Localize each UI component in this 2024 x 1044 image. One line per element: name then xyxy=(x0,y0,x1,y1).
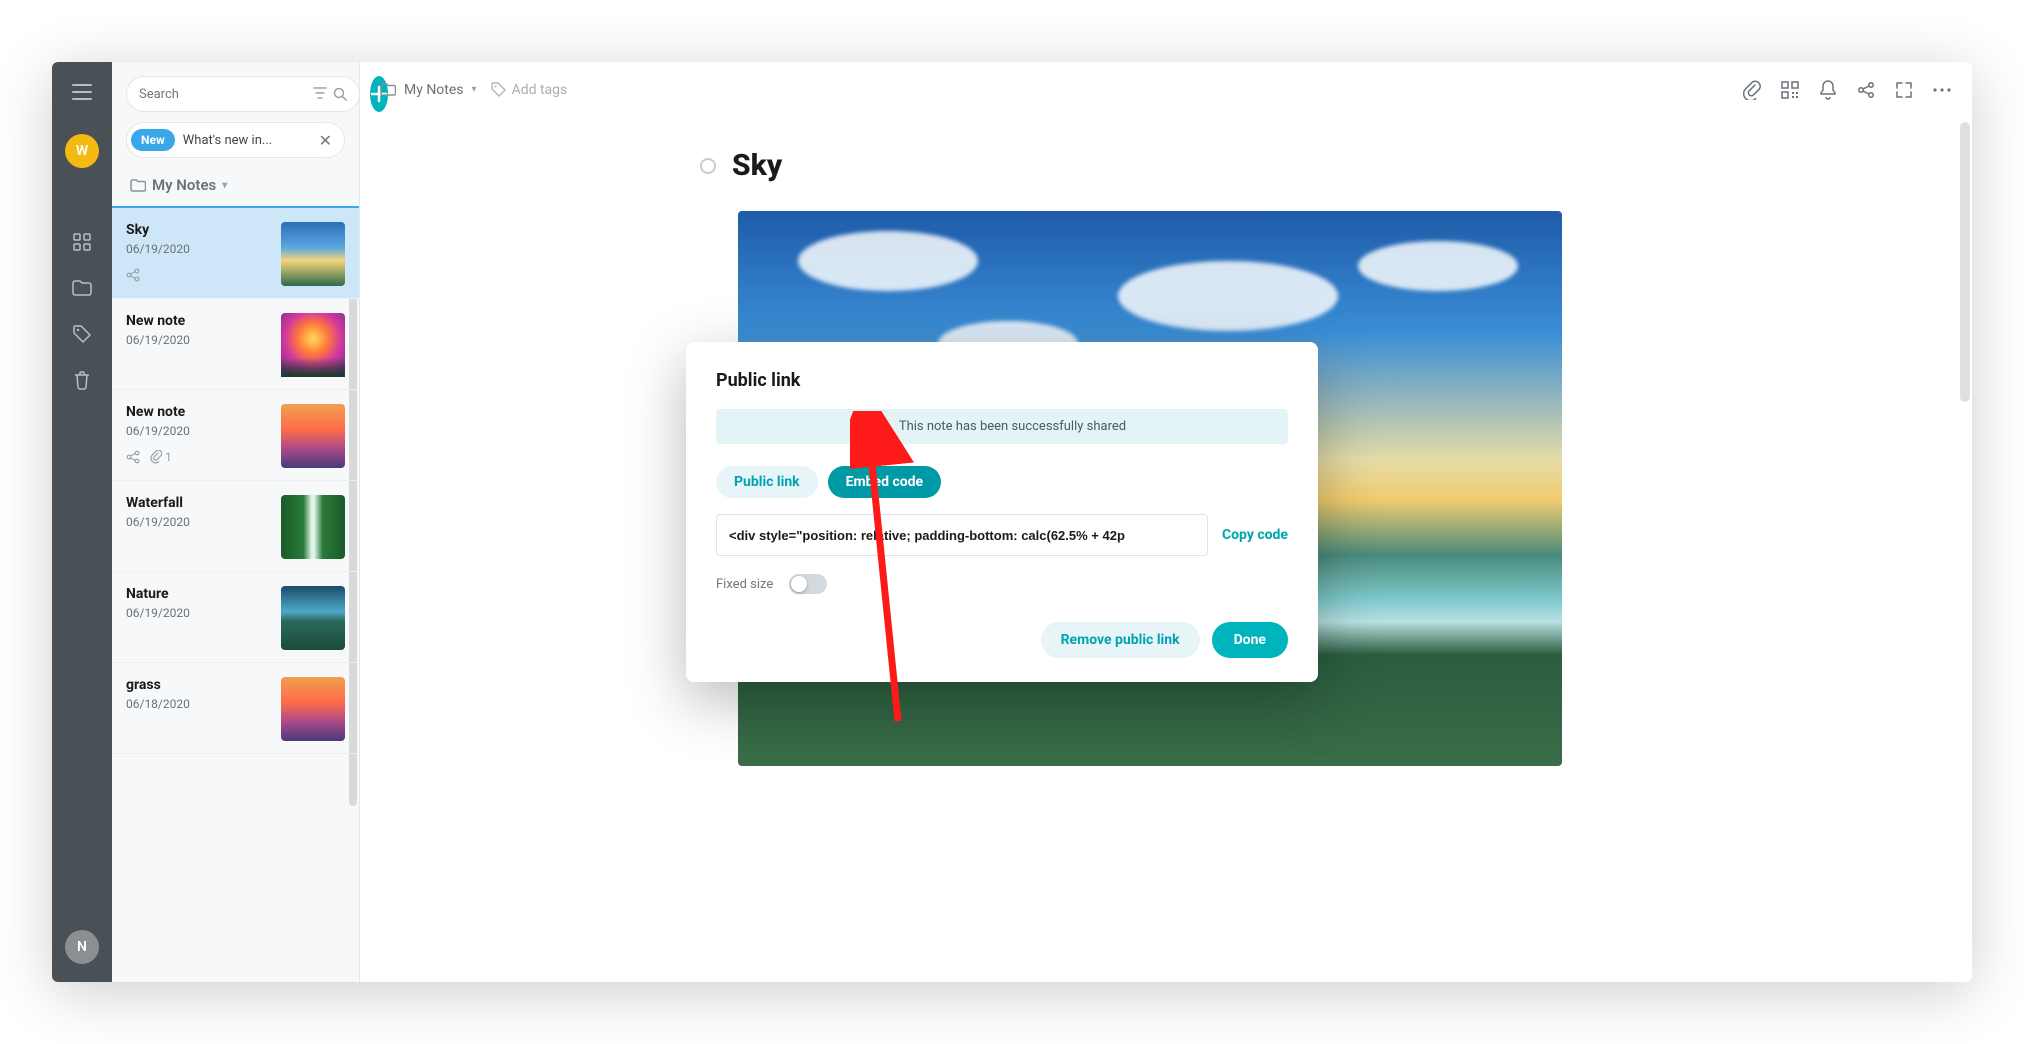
note-item-title: Nature xyxy=(126,586,269,602)
notes-list[interactable]: Sky 06/19/2020 New note 06/19/2020 New note 0… xyxy=(112,206,359,982)
filter-icon[interactable] xyxy=(313,87,327,101)
attach-icon: 1 xyxy=(150,450,172,464)
note-thumbnail xyxy=(281,495,345,559)
folder-header[interactable]: My Notes ▾ xyxy=(112,168,359,206)
sidebar: New What's new in... ✕ My Notes ▾ Sky 06/… xyxy=(112,62,360,982)
chevron-down-icon: ▾ xyxy=(222,180,227,191)
qr-icon[interactable] xyxy=(1780,80,1800,100)
note-item[interactable]: New note 06/19/2020 1 xyxy=(112,390,359,481)
search-icon[interactable] xyxy=(333,87,347,101)
app-window: W N xyxy=(52,62,1972,982)
embed-code-field[interactable]: <div style="position: relative; padding-… xyxy=(716,514,1208,556)
search-input[interactable] xyxy=(139,87,305,102)
more-icon[interactable] xyxy=(1932,80,1952,100)
note-item[interactable]: grass 06/18/2020 xyxy=(112,663,359,754)
check-icon: ✓ xyxy=(878,419,889,434)
new-badge: New xyxy=(131,129,175,151)
share-icon xyxy=(126,450,140,464)
attach-icon[interactable] xyxy=(1742,80,1762,100)
note-title[interactable]: Sky xyxy=(732,148,782,183)
note-item[interactable]: Waterfall 06/19/2020 xyxy=(112,481,359,572)
copy-code-button[interactable]: Copy code xyxy=(1222,527,1288,543)
note-thumbnail xyxy=(281,313,345,377)
todo-toggle[interactable] xyxy=(700,158,716,174)
note-item-title: New note xyxy=(126,404,269,420)
search-box[interactable] xyxy=(126,76,360,112)
add-tags-text: Add tags xyxy=(512,82,568,98)
note-item-date: 06/19/2020 xyxy=(126,424,269,438)
add-tags[interactable]: Add tags xyxy=(491,82,568,98)
bell-icon[interactable] xyxy=(1818,80,1838,100)
trash-icon[interactable] xyxy=(70,368,94,392)
public-link-dialog: Public link ✓ This note has been success… xyxy=(686,342,1318,682)
user-avatar[interactable]: N xyxy=(65,930,99,964)
tab-public-link[interactable]: Public link xyxy=(716,466,818,498)
folder-icon[interactable] xyxy=(70,276,94,300)
note-thumbnail xyxy=(281,222,345,286)
whats-new-text: What's new in... xyxy=(183,133,307,148)
note-thumbnail xyxy=(281,586,345,650)
note-item-title: grass xyxy=(126,677,269,693)
workspace-avatar[interactable]: W xyxy=(65,134,99,168)
folder-label: My Notes xyxy=(152,176,216,194)
menu-icon[interactable] xyxy=(70,80,94,104)
success-banner: ✓ This note has been successfully shared xyxy=(716,409,1288,444)
note-item[interactable]: Nature 06/19/2020 xyxy=(112,572,359,663)
note-item[interactable]: Sky 06/19/2020 xyxy=(112,206,359,299)
note-item-date: 06/19/2020 xyxy=(126,333,269,347)
dialog-title: Public link xyxy=(716,370,1288,391)
note-item-date: 06/19/2020 xyxy=(126,242,269,256)
note-item-title: Waterfall xyxy=(126,495,269,511)
note-item[interactable]: New note 06/19/2020 xyxy=(112,299,359,390)
apps-icon[interactable] xyxy=(70,230,94,254)
breadcrumb-folder: My Notes xyxy=(404,82,464,98)
note-item-title: Sky xyxy=(126,222,269,238)
fixed-size-label: Fixed size xyxy=(716,577,773,592)
chevron-down-icon: ▾ xyxy=(472,84,477,95)
done-button[interactable]: Done xyxy=(1212,622,1288,658)
main-scrollbar[interactable] xyxy=(1960,122,1970,402)
tag-icon[interactable] xyxy=(70,322,94,346)
topbar-actions xyxy=(1742,80,1952,100)
fixed-size-toggle[interactable] xyxy=(789,574,827,594)
share-icon[interactable] xyxy=(1856,80,1876,100)
nav-rail: W N xyxy=(52,62,112,982)
whats-new-banner[interactable]: New What's new in... ✕ xyxy=(126,122,345,158)
topbar: My Notes ▾ Add tags xyxy=(360,62,1972,118)
breadcrumb[interactable]: My Notes ▾ xyxy=(380,82,477,98)
share-icon xyxy=(126,268,140,282)
expand-icon[interactable] xyxy=(1894,80,1914,100)
note-item-date: 06/19/2020 xyxy=(126,606,269,620)
note-item-title: New note xyxy=(126,313,269,329)
note-item-date: 06/18/2020 xyxy=(126,697,269,711)
note-thumbnail xyxy=(281,677,345,741)
main-panel: My Notes ▾ Add tags Sky xyxy=(360,62,1972,982)
tab-embed-code[interactable]: Embed code xyxy=(828,466,941,498)
close-icon[interactable]: ✕ xyxy=(315,131,336,150)
note-thumbnail xyxy=(281,404,345,468)
remove-link-button[interactable]: Remove public link xyxy=(1041,622,1200,658)
success-message: This note has been successfully shared xyxy=(899,419,1126,434)
note-item-date: 06/19/2020 xyxy=(126,515,269,529)
